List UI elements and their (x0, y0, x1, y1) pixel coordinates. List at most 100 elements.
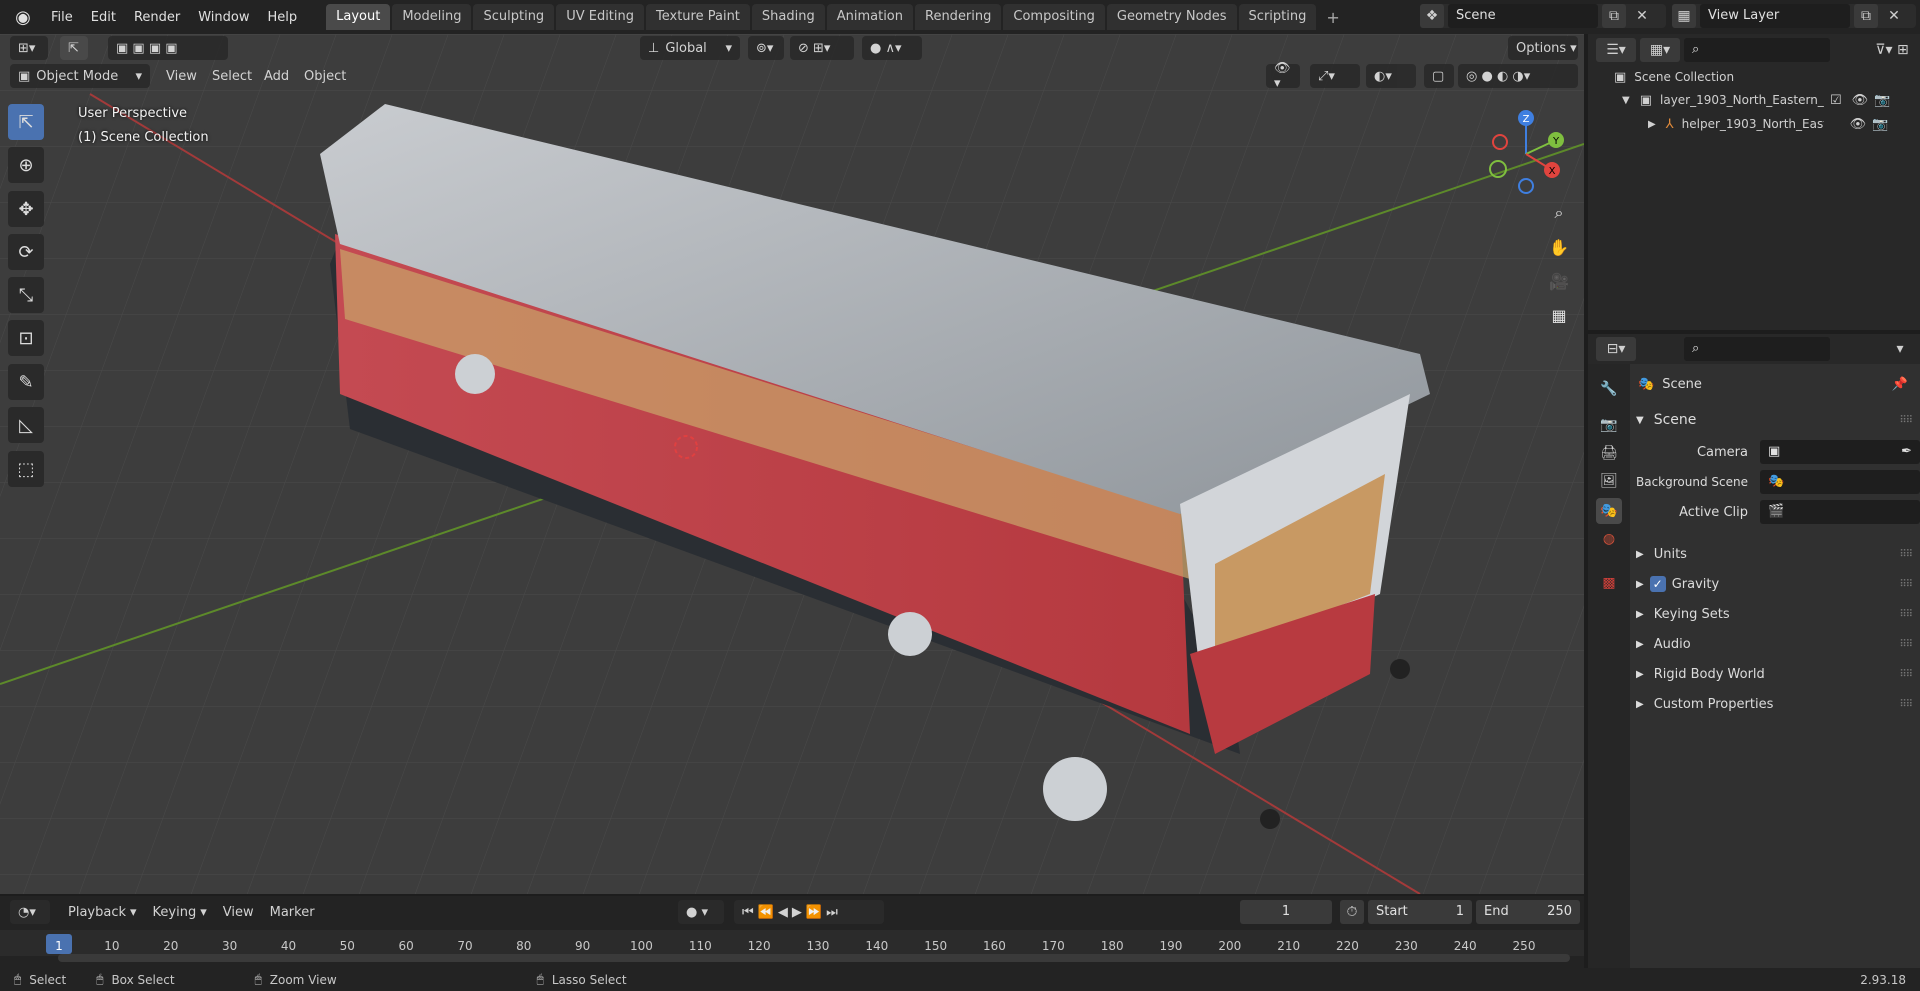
transform-orientation-dropdown[interactable]: ⊥ Global ▾ (640, 36, 740, 60)
panel-rigid-body-world[interactable]: ▶ Rigid Body World ⠿⠿ (1636, 662, 1920, 686)
menu-view[interactable]: View (158, 64, 205, 88)
gizmo-toggle-icon[interactable]: ⤢▾ (1310, 64, 1360, 88)
tab-layout[interactable]: Layout (326, 4, 391, 30)
shading-mode-icons[interactable]: ◎ ● ◐ ◑▾ (1458, 64, 1578, 88)
drag-handle-icon[interactable]: ⠿⠿ (1899, 639, 1913, 650)
eye-icon[interactable]: 👁 (1850, 117, 1867, 132)
render-tab-icon[interactable]: 📷 (1596, 412, 1622, 438)
tab-uv-editing[interactable]: UV Editing (556, 4, 645, 30)
3d-viewport[interactable]: ⊞▾ ⇱ ▣ ▣ ▣ ▣ ⊥ Global ▾ ⊚▾ ⊘ ⊞▾ ● ∧▾ Opt… (0, 34, 1584, 894)
outliner-editor-type-icon[interactable]: ☰▾ (1596, 38, 1636, 62)
neg-y-axis-icon[interactable] (1489, 160, 1507, 178)
properties-search-input[interactable]: ⌕ (1684, 337, 1830, 361)
annotate-tool-icon[interactable]: ✎ (8, 364, 44, 400)
background-scene-field[interactable]: 🎭 (1760, 470, 1920, 494)
measure-tool-icon[interactable]: ◺ (8, 407, 44, 443)
snapping-icon[interactable]: ⊘ ⊞▾ (790, 36, 854, 60)
display-mode-icon[interactable]: ▦▾ (1640, 38, 1680, 62)
menu-window[interactable]: Window (189, 6, 258, 29)
active-clip-field[interactable]: 🎬 (1760, 500, 1920, 524)
pivot-point-icon[interactable]: ⊚▾ (748, 36, 784, 60)
menu-edit[interactable]: Edit (82, 6, 125, 29)
tab-sculpting[interactable]: Sculpting (473, 4, 555, 30)
drag-handle-icon[interactable]: ⠿⠿ (1899, 579, 1913, 590)
visibility-icon[interactable]: 👁▾ (1266, 61, 1300, 91)
tool-tab-icon[interactable]: 🔧 (1596, 376, 1622, 402)
auto-keying-icon[interactable]: ● ▾ (678, 900, 724, 924)
drag-handle-icon[interactable]: ⠿⠿ (1899, 669, 1913, 680)
scene-name-field[interactable]: Scene (1448, 4, 1598, 28)
add-cube-tool-icon[interactable]: ⬚ (8, 451, 44, 487)
timeline-editor-type-icon[interactable]: ◔▾ (10, 900, 50, 924)
menu-help[interactable]: Help (259, 6, 307, 29)
scene-tab-icon[interactable]: 🎭 (1596, 498, 1622, 524)
menu-object[interactable]: Object (296, 64, 354, 88)
pin-icon[interactable]: 📌 (1892, 377, 1908, 392)
camera-field[interactable]: ▣ ✒ (1760, 440, 1920, 464)
drag-handle-icon[interactable]: ⠿⠿ (1899, 699, 1913, 710)
neg-z-axis-icon[interactable] (1518, 178, 1534, 194)
panel-keying-sets[interactable]: ▶ Keying Sets ⠿⠿ (1636, 602, 1920, 626)
scene-browse-icon[interactable]: ❖ (1420, 4, 1444, 28)
duplicate-scene-icon[interactable]: ⧉ (1602, 4, 1626, 28)
current-frame-field[interactable]: 1 (1240, 900, 1332, 924)
output-tab-icon[interactable]: 🖨 (1596, 440, 1622, 466)
menu-select[interactable]: Select (204, 64, 260, 88)
navigation-gizmo[interactable]: Z Y X (1486, 104, 1566, 194)
checkbox-icon[interactable]: ☑ (1830, 93, 1842, 108)
delete-scene-icon[interactable]: ✕ (1630, 4, 1654, 28)
panel-audio[interactable]: ▶ Audio ⠿⠿ (1636, 632, 1920, 656)
mode-dropdown[interactable]: ▣ Object Mode ▾ (10, 64, 150, 88)
expand-arrow-icon[interactable]: ▶ (1648, 119, 1656, 130)
tab-compositing[interactable]: Compositing (1003, 4, 1105, 30)
neg-x-axis-icon[interactable] (1492, 134, 1508, 150)
menu-render[interactable]: Render (125, 6, 189, 29)
panel-gravity[interactable]: ▶ ✓ Gravity ⠿⠿ (1636, 572, 1920, 596)
drag-handle-icon[interactable]: ⠿⠿ (1899, 609, 1913, 620)
xray-toggle-icon[interactable]: ▢ (1424, 64, 1454, 88)
scene-collection-row[interactable]: ▣ Scene Collection (1614, 66, 1734, 88)
delete-view-layer-icon[interactable]: ✕ (1882, 4, 1906, 28)
view-layer-tab-icon[interactable]: 🖼 (1596, 468, 1622, 494)
panel-units[interactable]: ▶ Units ⠿⠿ (1636, 542, 1920, 566)
move-tool-icon[interactable]: ✥ (8, 191, 44, 227)
tab-animation[interactable]: Animation (826, 4, 913, 30)
chevron-down-icon[interactable]: ▾ (1888, 337, 1912, 361)
gravity-checkbox[interactable]: ✓ (1649, 576, 1666, 592)
outliner-search-input[interactable]: ⌕ (1684, 38, 1830, 62)
tab-modeling[interactable]: Modeling (392, 4, 472, 30)
scene-panel-header[interactable]: ▼ Scene ⠿⠿ (1636, 408, 1920, 432)
proportional-edit-icon[interactable]: ● ∧▾ (862, 36, 922, 60)
duplicate-view-layer-icon[interactable]: ⧉ (1854, 4, 1878, 28)
panel-custom-properties[interactable]: ▶ Custom Properties ⠿⠿ (1636, 692, 1920, 716)
texture-tab-icon[interactable]: ▩ (1596, 570, 1622, 596)
menu-marker[interactable]: Marker (262, 900, 323, 924)
scale-tool-icon[interactable]: ⤡ (8, 277, 44, 313)
outliner-item-helper[interactable]: ▶ ⅄ helper_1903_North_Easte 👁 📷 (1648, 112, 1918, 136)
zoom-view-icon[interactable]: ⌕ (1544, 198, 1574, 228)
overlay-toggle-icon[interactable]: ◐▾ (1366, 64, 1416, 88)
cursor-tool-icon[interactable]: ⊕ (8, 147, 44, 183)
tab-shading[interactable]: Shading (751, 4, 825, 30)
menu-add[interactable]: Add (256, 64, 297, 88)
camera-view-icon[interactable]: 🎥 (1544, 266, 1574, 296)
drag-handle-icon[interactable]: ⠿⠿ (1899, 415, 1913, 426)
view-layer-browse-icon[interactable]: ▦ (1672, 4, 1696, 28)
menu-timeline-view[interactable]: View (215, 900, 262, 924)
outliner-item-layer[interactable]: ▼ ▣ layer_1903_North_Eastern_Ra ☑ 👁 📷 (1622, 88, 1918, 112)
pan-view-icon[interactable]: ✋ (1544, 232, 1574, 262)
world-tab-icon[interactable]: ◍ (1596, 526, 1622, 552)
tab-geometry-nodes[interactable]: Geometry Nodes (1106, 4, 1237, 30)
rotate-tool-icon[interactable]: ⟳ (8, 234, 44, 270)
end-frame-field[interactable]: End 250 (1476, 900, 1580, 924)
select-tool-icon[interactable]: ⇱ (60, 36, 88, 60)
eyedropper-icon[interactable]: ✒ (1901, 443, 1912, 461)
selection-mode-icons[interactable]: ▣ ▣ ▣ ▣ (108, 36, 228, 60)
transform-tool-icon[interactable]: ⊡ (8, 320, 44, 356)
camera-icon[interactable]: 📷 (1872, 117, 1888, 132)
expand-arrow-icon[interactable]: ▼ (1622, 95, 1630, 106)
camera-icon[interactable]: 📷 (1874, 93, 1890, 108)
tab-scripting[interactable]: Scripting (1238, 4, 1317, 30)
playback-controls-icons[interactable]: ⏮⏪◀▶⏩⏭ (734, 900, 884, 924)
menu-playback[interactable]: Playback ▾ (60, 900, 145, 924)
